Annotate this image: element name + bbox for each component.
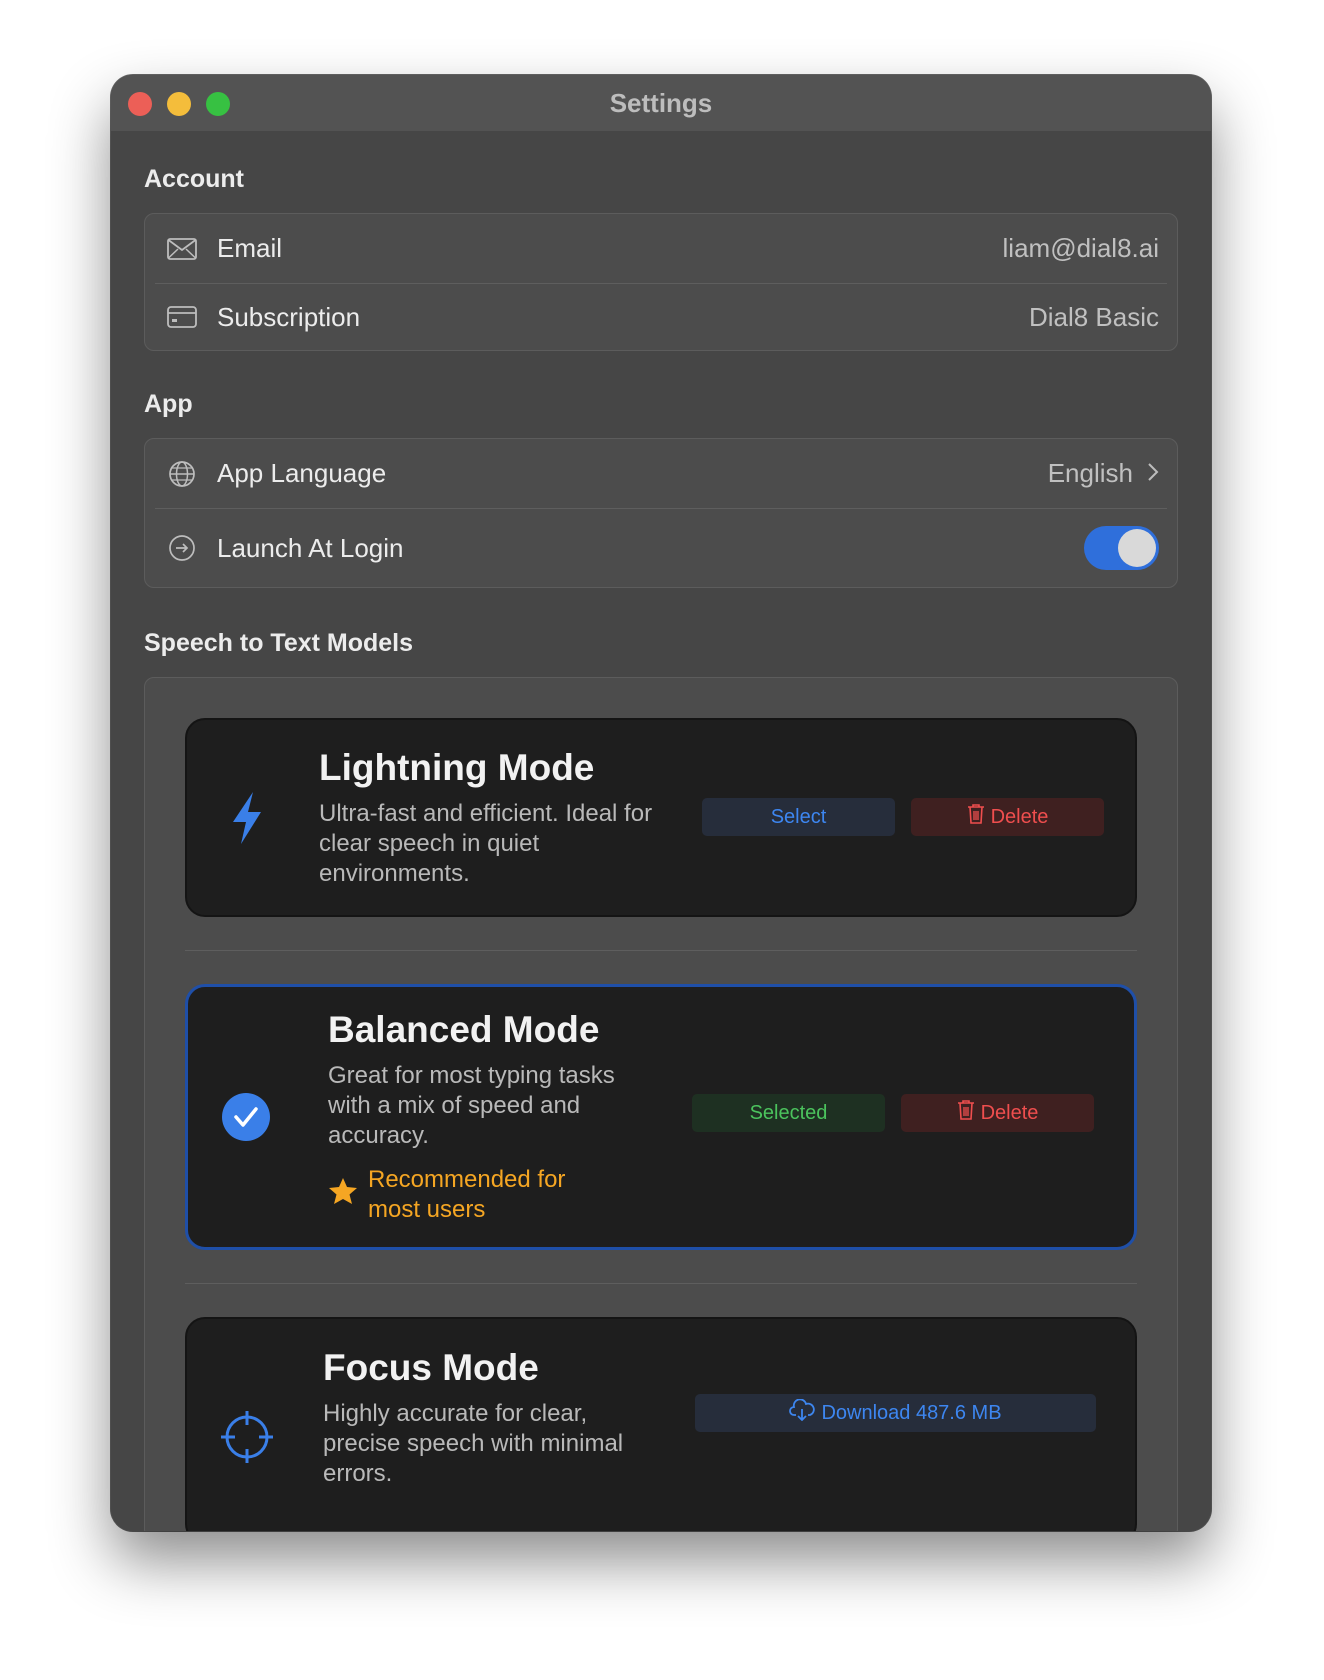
star-icon [328,1177,358,1210]
subscription-row[interactable]: Subscription Dial8 Basic [145,284,1177,350]
toggle-knob [1118,529,1156,567]
launch-at-login-row: Launch At Login [145,509,1177,587]
model-description: Great for most typing tasks with a mix o… [328,1062,615,1149]
close-window-button[interactable] [128,92,152,116]
delete-button[interactable]: Delete [911,798,1104,836]
app-section-title: App [144,390,193,418]
model-card-focus[interactable]: Focus Mode Highly accurate for clear, pr… [185,1317,1137,1531]
select-button[interactable]: Select [702,798,895,836]
envelope-icon [167,234,197,264]
model-text: Lightning Mode Ultra-fast and efficient.… [319,747,669,889]
model-name: Lightning Mode [319,746,595,788]
account-section-title: Account [144,165,244,193]
checkmark-circle-icon [216,1093,276,1141]
globe-icon [167,459,197,489]
title-bar: Settings [111,75,1211,131]
email-label: Email [217,233,283,263]
subscription-label: Subscription [217,301,361,332]
login-arrow-icon [167,533,197,563]
models-panel: Lightning Mode Ultra-fast and efficient.… [144,677,1178,1531]
model-separator [185,1283,1137,1284]
credit-card-icon [167,302,197,332]
download-button[interactable]: Download 487.6 MB [695,1394,1096,1432]
launch-at-login-toggle[interactable] [1084,526,1159,570]
download-label: Download 487.6 MB [821,1401,1002,1424]
delete-label: Delete [980,1101,1039,1124]
model-card-lightning[interactable]: Lightning Mode Ultra-fast and efficient.… [185,718,1137,917]
app-language-label: App Language [217,458,387,488]
chevron-right-icon [1147,458,1159,489]
model-name: Balanced Mode [328,1009,600,1050]
page: Settings Account Email liam@dial8.ai Sub… [0,0,1324,1680]
subscription-value: Dial8 Basic [1028,301,1159,332]
recommendation: Recommended for most users [328,1165,658,1225]
account-group: Email liam@dial8.ai Subscription Dial8 B… [144,213,1178,351]
app-language-value: English [1047,458,1133,488]
app-group: App Language English Launch At Login [144,438,1178,588]
settings-content: Account Email liam@dial8.ai Subscription… [111,165,1211,1531]
trash-icon [957,1099,975,1127]
model-text: Focus Mode Highly accurate for clear, pr… [323,1347,653,1489]
crosshair-icon [217,1409,277,1465]
models-section-title: Speech to Text Models [144,629,414,657]
cloud-download-icon [789,1398,816,1427]
delete-label: Delete [990,805,1049,828]
lightning-icon [217,790,277,846]
recommendation-text: Recommended for most users [368,1166,566,1223]
model-name: Focus Mode [323,1347,539,1388]
email-value: liam@dial8.ai [1002,233,1159,263]
model-separator [185,950,1137,951]
settings-window: Settings Account Email liam@dial8.ai Sub… [111,75,1211,1531]
model-description: Highly accurate for clear, precise speec… [323,1400,624,1487]
app-language-row[interactable]: App Language English [145,439,1177,508]
email-row[interactable]: Email liam@dial8.ai [145,214,1177,283]
launch-at-login-label: Launch At Login [217,532,404,563]
model-text: Balanced Mode Great for most typing task… [328,1009,658,1225]
model-description: Ultra-fast and efficient. Ideal for clea… [319,799,653,887]
traffic-lights [128,92,230,116]
selected-button[interactable]: Selected [692,1094,885,1132]
model-card-balanced[interactable]: Balanced Mode Great for most typing task… [185,984,1137,1250]
minimize-window-button[interactable] [167,92,191,116]
trash-icon [967,803,985,831]
zoom-window-button[interactable] [206,92,230,116]
window-title: Settings [609,87,713,118]
delete-button[interactable]: Delete [901,1094,1094,1132]
